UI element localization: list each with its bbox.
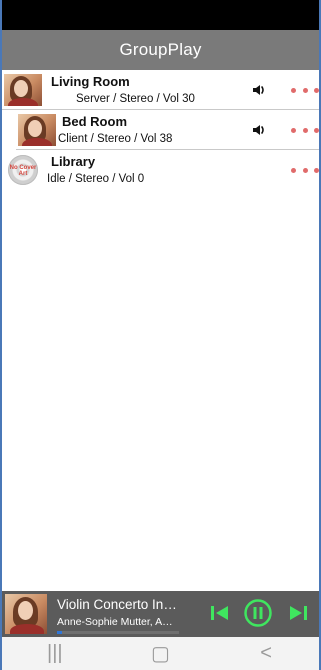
previous-icon[interactable] bbox=[205, 598, 235, 628]
device-row-living-room[interactable]: Living Room Server / Stereo / Vol 30 bbox=[2, 70, 319, 110]
track-artist: Anne-Sophie Mutter, A… bbox=[57, 616, 173, 628]
more-options-icon[interactable] bbox=[291, 84, 319, 96]
grouplay-screen: GroupPlay Living Room Server / Stereo / … bbox=[0, 0, 321, 670]
recent-apps-icon: ||| bbox=[47, 642, 63, 664]
volume-icon[interactable] bbox=[250, 81, 268, 99]
device-status: Idle / Stereo / Vol 0 bbox=[47, 173, 145, 185]
track-title: Violin Concerto In… bbox=[57, 597, 177, 612]
device-list: Living Room Server / Stereo / Vol 30 Bed… bbox=[2, 70, 319, 190]
now-playing-art bbox=[5, 594, 47, 634]
track-progress bbox=[57, 631, 179, 634]
device-status: Server / Stereo / Vol 30 bbox=[76, 93, 195, 105]
device-name: Library bbox=[51, 154, 96, 169]
back-icon: < bbox=[260, 642, 272, 664]
home-button[interactable]: ▢ bbox=[135, 639, 185, 669]
disc-art: No Cover Art bbox=[4, 154, 42, 186]
pause-icon[interactable] bbox=[243, 598, 273, 628]
next-icon[interactable] bbox=[283, 598, 313, 628]
more-options-icon[interactable] bbox=[291, 124, 319, 136]
mini-player[interactable]: Violin Concerto In… Anne-Sophie Mutter, … bbox=[2, 591, 319, 637]
device-row-library[interactable]: No Cover Art Library Idle / Stereo / Vol… bbox=[2, 150, 319, 190]
app-header: GroupPlay bbox=[2, 30, 319, 70]
home-icon: ▢ bbox=[151, 643, 170, 665]
device-name: Living Room bbox=[51, 74, 130, 89]
track-progress-fill bbox=[57, 631, 62, 634]
system-navigation-bar: ||| ▢ < bbox=[2, 637, 319, 670]
device-name: Bed Room bbox=[62, 114, 127, 129]
device-row-bed-room[interactable]: Bed Room Client / Stereo / Vol 38 bbox=[16, 110, 319, 150]
more-options-icon[interactable] bbox=[291, 164, 319, 176]
back-button[interactable]: < bbox=[241, 639, 291, 669]
page-title: GroupPlay bbox=[119, 40, 202, 59]
album-art bbox=[18, 114, 56, 146]
device-status: Client / Stereo / Vol 38 bbox=[58, 133, 173, 145]
album-art bbox=[4, 74, 42, 106]
status-bar bbox=[2, 0, 319, 30]
volume-icon[interactable] bbox=[250, 121, 268, 139]
recent-apps-button[interactable]: ||| bbox=[30, 639, 80, 669]
no-cover-art-label: No Cover Art bbox=[9, 165, 37, 177]
